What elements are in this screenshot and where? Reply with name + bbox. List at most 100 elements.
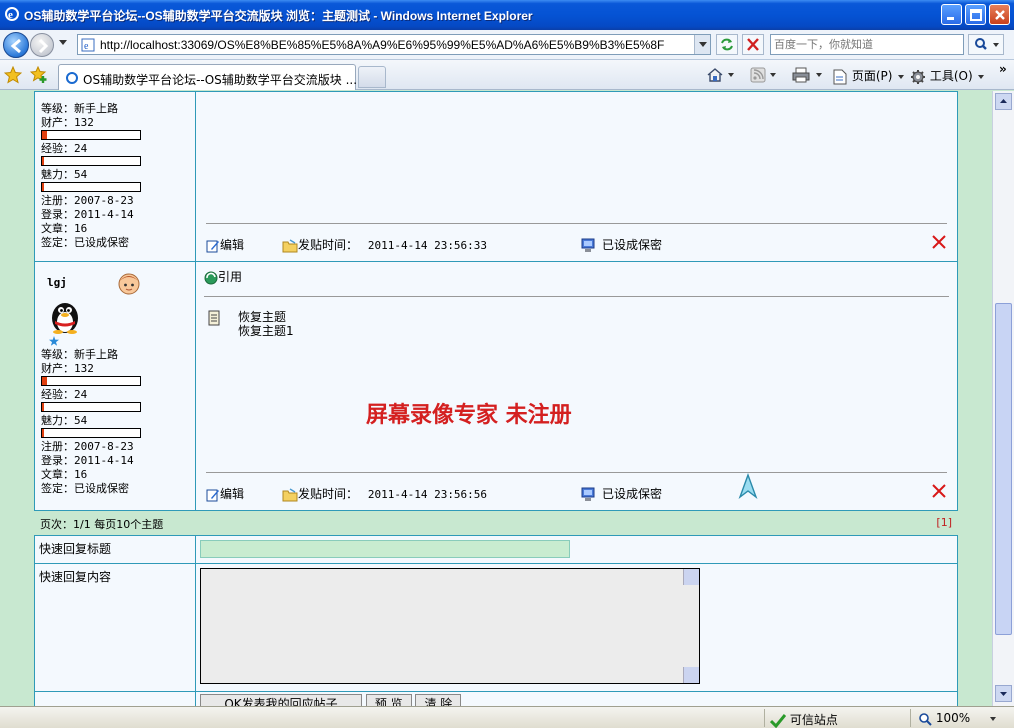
document-icon [208,310,220,326]
zoom-level: 100% [935,711,971,725]
post-time: 发贴时间： 2011-4-14 23:56:56 [282,485,487,502]
author-charm: 魅力：54 [41,414,88,427]
delete-post-button[interactable] [931,483,947,502]
chevron-down-icon [1000,692,1007,696]
svg-text:e: e [84,41,89,52]
refresh-icon [721,38,733,51]
more-commands-button[interactable]: » [999,62,1007,76]
post-row: 等级：新手上路 财产：132 经验：24 魅力：54 注册：2007-8-23 … [34,91,958,262]
chevron-down-icon [978,74,985,79]
author-level: 等级：新手上路 [41,102,118,115]
page-menu-label: 页面(P) [851,69,893,83]
back-button[interactable] [3,32,29,58]
author-panel: lgj 等级：新手上路 财产：132 经验：24 魅力：54 注册：2007-8… [34,261,196,511]
edit-post-link[interactable]: 编辑 [206,485,244,502]
delete-post-button[interactable] [931,234,947,253]
edit-post-link[interactable]: 编辑 [206,236,244,253]
delete-icon [932,484,946,498]
edit-icon [206,489,219,501]
author-exp: 经验：24 [41,142,88,155]
refresh-button[interactable] [716,34,738,55]
maximize-button[interactable] [965,4,986,25]
quote-link[interactable]: 引用 [204,268,242,285]
charm-bar-fill [42,429,44,437]
posts-table: 等级：新手上路 财产：132 经验：24 魅力：54 注册：2007-8-23 … [34,91,958,511]
tab-label: OS辅助数学平台论坛--OS辅助数学平台交流版块 ... [83,73,358,87]
author-exp: 经验：24 [41,388,88,401]
clear-button[interactable]: 清 除 [415,694,462,706]
charm-bar [41,428,141,438]
tab-bar: OS辅助数学平台论坛--OS辅助数学平台交流版块 ... 页面(P) 工具(O)… [0,60,1014,90]
rss-feed-icon [750,67,776,83]
post-time-label: 发贴时间： [298,487,359,501]
post-time-value: 2011-4-14 23:56:56 [367,488,488,501]
chevron-down-icon [699,42,707,47]
forward-button[interactable] [30,33,54,57]
page-scrollbar[interactable] [992,91,1014,706]
post-body: 编辑 发贴时间： 2011-4-14 23:56:33 已设成保密 [195,91,958,262]
preview-button[interactable]: 预 览 [365,694,412,706]
printer-icon [792,67,822,83]
star-rank-icon [49,336,59,346]
security-zone[interactable]: 可信站点 [770,711,838,728]
wealth-bar-fill [42,377,47,385]
quick-title-input[interactable] [200,540,570,558]
add-favorite-icon[interactable] [30,66,48,84]
url-dropdown-button[interactable] [694,35,710,54]
address-field[interactable]: e [77,34,711,55]
chevron-down-icon [898,74,905,79]
author-signature: 签定：已设成保密 [41,482,129,495]
post-time-label: 发贴时间： [298,238,359,252]
exp-bar [41,156,141,166]
reply-body: 恢复主题1 [238,324,294,338]
minimize-button[interactable] [941,4,962,25]
author-privacy: 已设成保密 [580,236,662,254]
search-button[interactable] [968,34,1004,55]
author-name[interactable]: lgj [47,276,67,290]
charm-bar [41,182,141,192]
scroll-down-button[interactable] [995,685,1012,702]
qq-penguin-avatar [52,303,78,334]
svg-text:e: e [8,9,13,21]
new-tab-button[interactable] [358,66,386,88]
page-link-1[interactable]: [1] [936,516,952,529]
close-window-button[interactable] [989,4,1010,25]
checkmark-icon [770,713,786,728]
quick-content-textarea[interactable] [200,568,700,684]
window-title: OS辅助数学平台论坛--OS辅助数学平台交流版块 浏览：主题测试 - Windo… [24,9,533,23]
author-register-date: 注册：2007-8-23 [41,440,134,453]
tools-menu[interactable]: 工具(O) [910,67,986,85]
edit-label: 编辑 [220,238,245,252]
status-separator [910,709,911,727]
search-field[interactable] [770,34,964,55]
wealth-bar-fill [42,131,47,139]
page-menu[interactable]: 页面(P) [832,67,906,85]
gear-icon [911,69,925,84]
post-body: 引用 恢复主题 恢复主题1 编辑 发贴时间： 2011-4-14 23:56:5… [195,261,958,511]
scroll-thumb[interactable] [995,303,1012,635]
print-button[interactable] [792,67,824,86]
textarea-scroll-down[interactable] [683,667,699,683]
scroll-up-button[interactable] [995,93,1012,110]
stop-button[interactable] [742,34,764,55]
submit-reply-button[interactable]: OK发表我的回应帖子 [200,694,362,706]
home-button[interactable] [706,67,734,86]
edit-label: 编辑 [220,487,245,501]
search-input[interactable] [771,35,959,54]
zoom-control[interactable]: 100% [918,711,998,726]
author-panel: 等级：新手上路 财产：132 经验：24 魅力：54 注册：2007-8-23 … [34,91,196,262]
reply-title: 恢复主题 [238,310,287,324]
ie-logo-icon: e [5,7,19,21]
stop-icon [747,38,759,51]
favorites-star-icon[interactable] [4,66,22,84]
ie-page-icon [66,72,78,84]
tab-forum[interactable]: OS辅助数学平台论坛--OS辅助数学平台交流版块 ... [58,64,358,90]
textarea-scroll-up[interactable] [683,569,699,585]
author-login-date: 登录：2011-4-14 [41,454,134,467]
edit-icon [206,240,219,252]
post-footer: 编辑 发贴时间： 2011-4-14 23:56:33 已设成保密 [206,223,947,253]
history-dropdown-icon[interactable] [59,38,67,46]
feeds-button[interactable] [750,67,778,86]
url-input[interactable] [100,36,690,53]
pager-info: 页次：1/1 每页10个主题 [40,518,164,531]
